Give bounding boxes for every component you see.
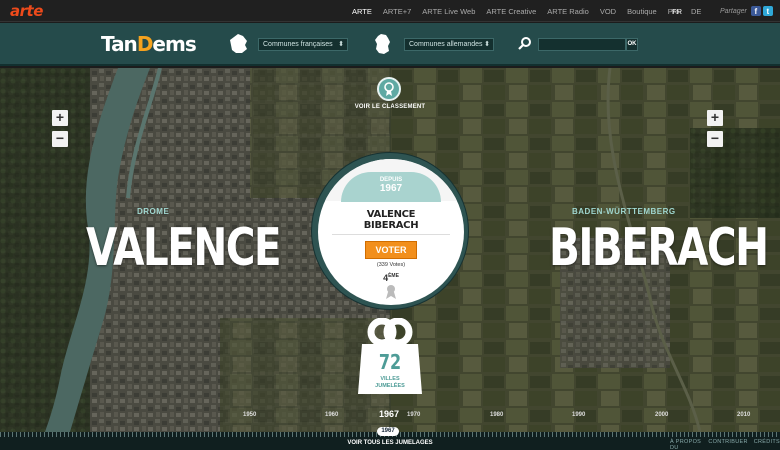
left-city-label: VALENCE [86,218,282,278]
since-badge: DEPUIS 1967 [341,172,441,202]
count-line-1: VILLES [380,376,400,382]
nav-arte-live-web[interactable]: ARTE Live Web [422,7,475,16]
right-zoom-out-button[interactable]: − [707,131,723,147]
tandems-header: TanDems Communes françaises ⬍ Communes a… [0,23,780,66]
chevron-down-icon: ⬍ [338,41,344,48]
left-region-label: DROME [137,207,170,216]
facebook-icon[interactable]: f [750,6,761,16]
contribute-link[interactable]: CONTRIBUER [708,439,747,450]
france-flag-icon [230,34,247,53]
left-zoom-out-button[interactable]: − [52,131,68,147]
footer-links: À PROPOS DU PROJET CONTRIBUER CRÉDITS [664,439,780,450]
rank-position: 4ÈME [318,273,464,283]
timeline-year[interactable]: 2010 [737,412,750,418]
brand-part-1: Tan [101,32,138,56]
language-switch: FR DE [672,0,710,22]
ribbon-icon [386,285,396,299]
ranking-button[interactable] [377,77,401,101]
chevron-down-icon: ⬍ [484,41,490,48]
nav-boutique[interactable]: Boutique [627,7,657,16]
twinned-count: 72 [378,350,402,374]
card-divider [332,234,450,235]
arte-nav: ARTE ARTE+7 ARTE Live Web ARTE Creative … [352,0,690,22]
left-zoom-in-button[interactable]: + [52,110,68,126]
about-link[interactable]: À PROPOS DU PROJET [670,439,702,450]
timeline-year[interactable]: 1960 [325,412,338,418]
since-year: 1967 [379,183,403,194]
count-line-2: JUMELÉES [375,382,405,389]
german-communes-select[interactable]: Communes allemandes ⬍ [404,38,494,51]
timeline-year[interactable]: 1970 [407,412,420,418]
nav-arte-radio[interactable]: ARTE Radio [547,7,589,16]
timeline-year[interactable]: 1980 [490,412,503,418]
lang-fr[interactable]: FR [672,7,682,16]
twinning-card: DEPUIS 1967 VALENCE BIBERACH VOTER (339 … [311,152,469,310]
search-input[interactable] [538,38,626,51]
right-zoom-in-button[interactable]: + [707,110,723,126]
twinning-card-body: DEPUIS 1967 VALENCE BIBERACH VOTER (339 … [318,159,464,305]
tandems-logo[interactable]: TanDems [101,32,197,56]
timeline-year[interactable]: 1950 [243,412,256,418]
right-city-label: BIBERACH [549,218,769,278]
brand-part-3: ems [152,32,196,56]
nav-vod[interactable]: VOD [600,7,616,16]
share-label: Partager [720,7,747,15]
timeline-slider-handle[interactable]: 1967 [377,427,399,436]
lang-de[interactable]: DE [691,7,701,16]
timeline-year[interactable]: 1990 [572,412,585,418]
search-icon[interactable] [518,36,532,50]
french-communes-select-value: Communes françaises [263,41,333,48]
since-label: DEPUIS [379,177,403,183]
card-city-b: BIBERACH [363,220,419,231]
germany-flag-icon [375,34,390,54]
twitter-icon[interactable]: t [762,6,773,16]
share-bar: Partager f t [720,0,775,22]
arte-top-bar: arte ARTE ARTE+7 ARTE Live Web ARTE Crea… [0,0,780,22]
brand-part-2: D [136,32,154,56]
nav-arte[interactable]: ARTE [352,7,372,16]
arte-logo[interactable]: arte [10,2,43,20]
right-region-label: BADEN-WÜRTTEMBERG [572,207,676,216]
rank-suffix: ÈME [388,273,399,279]
search-ok-button[interactable]: OK [626,38,638,51]
card-city-a: VALENCE [366,209,416,220]
see-all-twinnings-link[interactable]: VOIR TOUS LES JUMELAGES [330,440,450,446]
credits-link[interactable]: CRÉDITS [754,439,780,450]
ranking-label[interactable]: VOIR LE CLASSEMENT [340,104,440,110]
timeline-year[interactable]: 2000 [655,412,668,418]
german-communes-select-value: Communes allemandes [409,41,483,48]
nav-arte-creative[interactable]: ARTE Creative [486,7,536,16]
nav-arte-plus-7[interactable]: ARTE+7 [383,7,411,16]
french-communes-select[interactable]: Communes françaises ⬍ [258,38,348,51]
vote-button[interactable]: VOTER [365,241,417,259]
timeline-current-year: 1967 [379,409,400,419]
medal-icon [384,82,394,96]
vote-count: (339 Votes) [376,262,406,268]
twinned-count-label: VILLES JUMELÉES [356,376,424,389]
